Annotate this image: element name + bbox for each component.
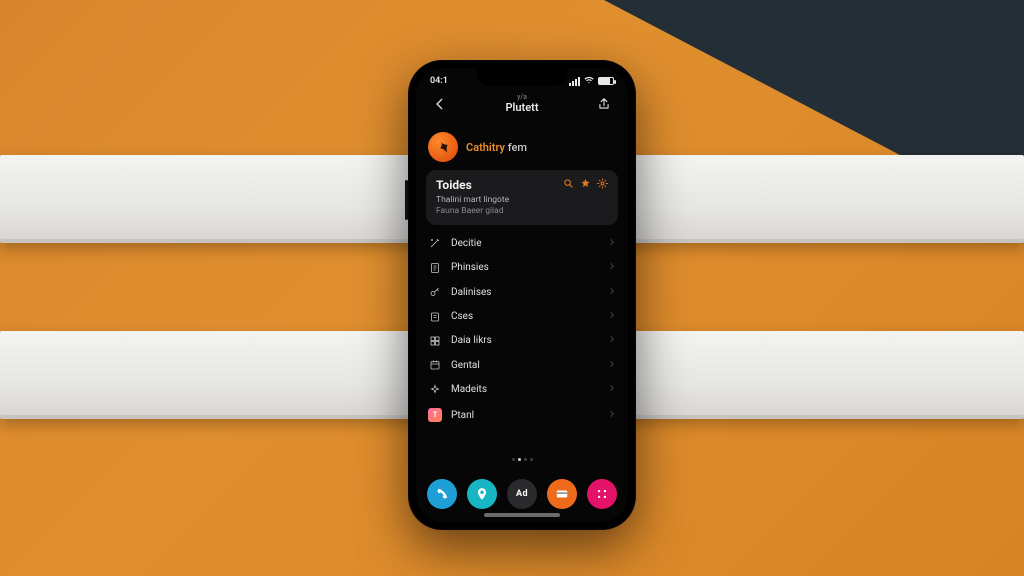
- page-indicator: [416, 455, 628, 464]
- battery-icon: [598, 77, 614, 85]
- chevron-right-icon: [608, 335, 616, 346]
- nav-header: y/a Plutett: [416, 94, 628, 114]
- back-button[interactable]: [430, 94, 450, 114]
- menu-item-label: Gental: [451, 360, 599, 371]
- profile-name-accent: Cathitry: [466, 141, 505, 154]
- sparkle-icon: [428, 384, 442, 396]
- menu-item-decitie[interactable]: Decitie: [426, 231, 618, 255]
- chevron-right-icon: [608, 287, 616, 298]
- highlight-card[interactable]: Toides Thalini mart lingote Fauna Baeer …: [426, 170, 618, 225]
- notch: [477, 68, 567, 86]
- phone-screen: 04:1 y/a Plutett: [416, 68, 628, 522]
- card-subtitle-line1: Thalini mart lingote: [436, 195, 608, 206]
- card-action-icons: [563, 178, 608, 192]
- profile-name-rest: fem: [505, 141, 527, 154]
- key-icon: [428, 286, 442, 298]
- menu-item-daia-likrs[interactable]: Daia likrs: [426, 329, 618, 353]
- dock-location-button[interactable]: [467, 479, 497, 509]
- chevron-right-icon: [608, 410, 616, 421]
- menu-item-label: Dalinises: [451, 287, 599, 298]
- share-button[interactable]: [594, 94, 614, 114]
- chevron-right-icon: [608, 360, 616, 371]
- card-subtitle: Thalini mart lingote Fauna Baeer gilad: [436, 195, 608, 216]
- card-title: Toides: [436, 178, 472, 192]
- calendar-icon: [428, 359, 442, 371]
- dock: Ad: [416, 479, 628, 509]
- menu-item-ptanl[interactable]: T Ptanl: [426, 402, 618, 428]
- dock-apps-button[interactable]: [587, 479, 617, 509]
- menu-item-label: Madeits: [451, 384, 599, 395]
- signal-icon: [569, 77, 580, 86]
- chevron-right-icon: [608, 384, 616, 395]
- dock-ad-button[interactable]: Ad: [507, 479, 537, 509]
- chevron-right-icon: [608, 262, 616, 273]
- menu-item-label: Daia likrs: [451, 335, 599, 346]
- avatar: [428, 132, 458, 162]
- menu-item-label: Ptanl: [451, 410, 599, 421]
- gear-icon[interactable]: [597, 178, 608, 192]
- menu-item-cses[interactable]: Cses: [426, 304, 618, 328]
- profile-name: Cathitry fem: [466, 141, 527, 154]
- phone-frame: 04:1 y/a Plutett: [408, 60, 636, 530]
- menu-item-label: Decitie: [451, 238, 599, 249]
- dock-phone-button[interactable]: [427, 479, 457, 509]
- wifi-icon: [584, 76, 594, 87]
- page-title-wrap: y/a Plutett: [505, 94, 538, 114]
- home-indicator[interactable]: [484, 513, 560, 517]
- menu-item-label: Cses: [451, 311, 599, 322]
- wand-icon: [428, 237, 442, 249]
- menu-item-gentat[interactable]: Gental: [426, 353, 618, 377]
- profile-row[interactable]: Cathitry fem: [426, 128, 618, 170]
- dock-card-button[interactable]: [547, 479, 577, 509]
- ad-icon: Ad: [516, 489, 528, 499]
- chevron-right-icon: [608, 238, 616, 249]
- grid-icon: [428, 335, 442, 347]
- note-icon: [428, 262, 442, 274]
- doc-icon: [428, 311, 442, 323]
- page-title: Plutett: [505, 101, 538, 114]
- app-tile-icon: T: [428, 408, 442, 422]
- search-icon[interactable]: [563, 178, 574, 192]
- status-time: 04:1: [430, 76, 448, 86]
- menu-item-phinsies[interactable]: Phinsies: [426, 256, 618, 280]
- menu-item-madeits[interactable]: Madeits: [426, 378, 618, 402]
- menu-item-label: Phinsies: [451, 262, 599, 273]
- card-subtitle-line2: Fauna Baeer gilad: [436, 206, 608, 217]
- star-icon[interactable]: [580, 178, 591, 192]
- menu-list: Decitie Phinsies Dalinises: [426, 231, 618, 428]
- menu-item-dalinises[interactable]: Dalinises: [426, 280, 618, 304]
- chevron-right-icon: [608, 311, 616, 322]
